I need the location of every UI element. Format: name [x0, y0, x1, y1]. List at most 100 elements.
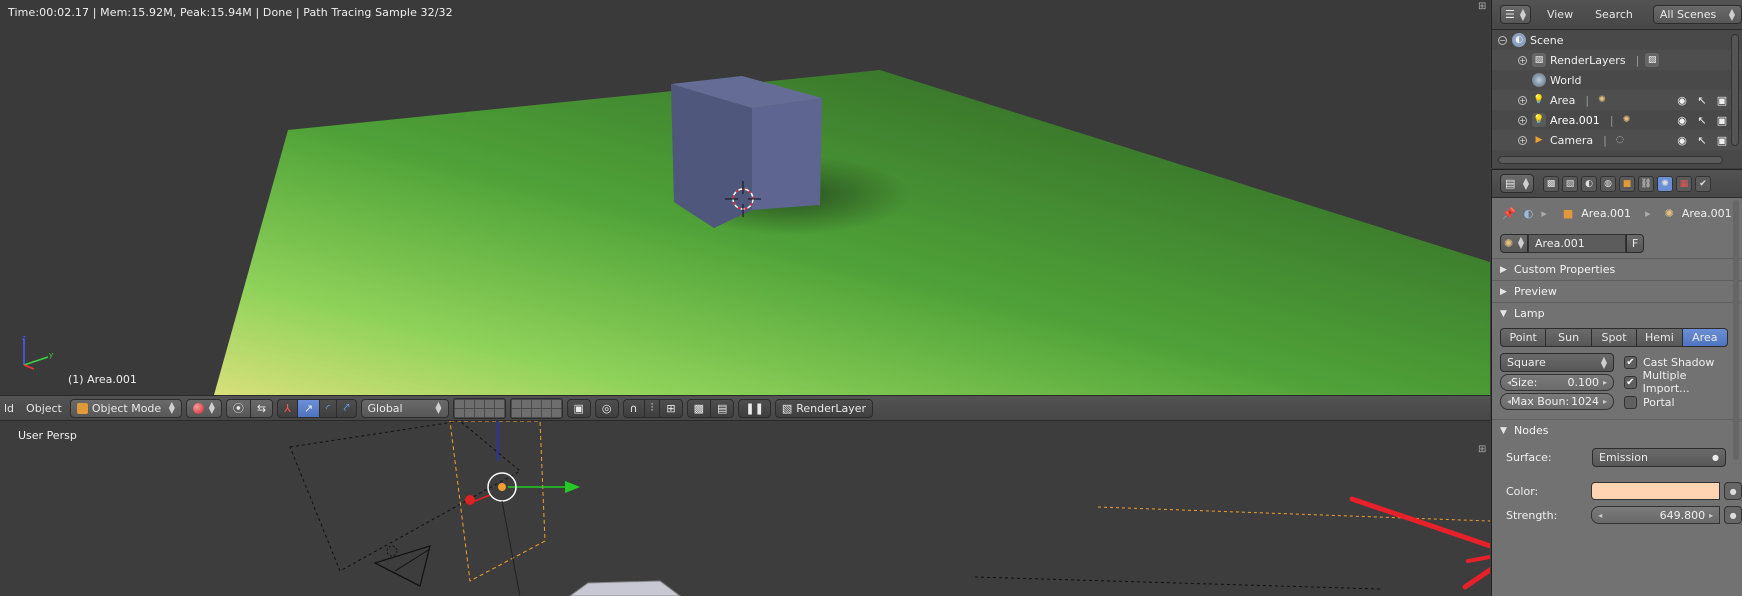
editor-type-select[interactable]: ▤ ▲ ▼	[1500, 174, 1534, 193]
pivot-select[interactable]: ⦿	[225, 398, 250, 418]
viewport-rendered[interactable]: Time:00:02.17 | Mem:15.92M, Peak:15.94M …	[0, 0, 1490, 395]
rotate-button[interactable]: ◜	[319, 398, 337, 418]
tree-row-area-001[interactable]: + 💡 Area.001 | ✺ ◉ ↖ ▣	[1492, 110, 1742, 130]
outliner-vertical-scrollbar[interactable]	[1731, 34, 1739, 146]
layers-grid-1[interactable]	[452, 397, 506, 419]
svg-text:z: z	[22, 335, 26, 342]
expand-icon[interactable]: +	[1518, 95, 1527, 105]
lamp-type-spot[interactable]: Spot	[1590, 328, 1637, 347]
wireframe-scene	[289, 421, 1490, 596]
visibility-eye-icon[interactable]: ◉	[1676, 114, 1688, 127]
expand-icon[interactable]: +	[1518, 115, 1527, 125]
visibility-eye-icon[interactable]: ◉	[1676, 94, 1688, 107]
visibility-eye-icon[interactable]: ◉	[1676, 134, 1688, 147]
triangle-down-icon: ▼	[1500, 308, 1507, 319]
snap-toggle[interactable]: ∩	[622, 398, 644, 418]
manipulator-toggle[interactable]: ⇆	[249, 398, 274, 418]
render-tab-icon[interactable]: ▩	[1543, 175, 1559, 192]
panel-lamp[interactable]: ▼ Lamp	[1492, 302, 1742, 324]
pause-render-button[interactable]: ❚❚	[738, 398, 771, 418]
color-swatch[interactable]	[1591, 482, 1721, 500]
area-split-icon[interactable]: ⊞	[1478, 445, 1488, 455]
scene-icon: ◐	[1523, 206, 1534, 220]
constraints-tab-icon[interactable]: ⛓	[1638, 175, 1654, 192]
select-arrow-icon[interactable]: ↖	[1696, 114, 1708, 127]
render-opengl-button[interactable]: ▩	[686, 398, 710, 418]
scale-button[interactable]: ⤤	[336, 398, 357, 418]
proportional-edit-button[interactable]: ◎	[594, 398, 619, 418]
layers-grid-2[interactable]	[509, 397, 563, 419]
camera-data-icon: ◌	[1615, 135, 1624, 145]
lamp-data-tab-icon[interactable]: ✺	[1657, 175, 1673, 192]
max-bounces-field[interactable]: ◂ Max Boun: 1024 ▸	[1500, 393, 1614, 410]
node-link-button[interactable]: ●	[1724, 506, 1742, 524]
select-arrow-icon[interactable]: ↖	[1696, 94, 1708, 107]
render-camera-icon[interactable]: ▣	[1716, 114, 1728, 127]
lamp-direction-line	[501, 500, 521, 596]
fake-user-button[interactable]: F	[1626, 233, 1644, 253]
tree-row-renderlayers[interactable]: + ▧ RenderLayers | ▨	[1492, 50, 1742, 70]
select-arrow-icon[interactable]: ↖	[1696, 134, 1708, 147]
particles-tab-icon[interactable]: ✔	[1695, 175, 1711, 192]
tree-row-world[interactable]: World	[1492, 70, 1742, 90]
updown-arrows-icon: ▲ ▼	[168, 400, 175, 415]
menu-select-clipped[interactable]: ld	[0, 402, 18, 415]
translate-button[interactable]: ↗	[296, 398, 320, 418]
pin-icon[interactable]: 📌	[1502, 207, 1516, 220]
render-camera-icon[interactable]: ▣	[1716, 134, 1728, 147]
menu-search[interactable]: Search	[1595, 8, 1633, 21]
display-mode-select[interactable]: All Scenes ▲ ▼	[1652, 5, 1742, 24]
renderlayers-tab-icon[interactable]: ▧	[1562, 175, 1578, 192]
render-camera-icon[interactable]: ▣	[1716, 94, 1728, 107]
tree-row-camera[interactable]: + ▶ Camera | ◌ ◉ ↖ ▣	[1492, 130, 1742, 150]
updown-arrows-icon: ▲ ▼	[208, 400, 215, 415]
outliner-horizontal-scrollbar[interactable]	[1498, 156, 1723, 164]
lock-layers-button[interactable]: ▣	[566, 398, 591, 418]
properties-scrollbar[interactable]	[1733, 200, 1739, 460]
lock-icon: ▣	[573, 401, 584, 415]
texture-tab-icon[interactable]: ▦	[1676, 175, 1692, 192]
shading-select[interactable]: ▲ ▼	[185, 398, 222, 418]
expand-icon[interactable]: +	[1518, 135, 1527, 145]
render-anim-button[interactable]: ▤	[709, 398, 735, 418]
mode-select[interactable]: Object Mode ▲ ▼	[69, 398, 182, 418]
scene-tab-icon[interactable]: ◐	[1581, 175, 1597, 192]
tree-row-area[interactable]: + 💡 Area | ✺ ◉ ↖ ▣	[1492, 90, 1742, 110]
lamp-type-point[interactable]: Point	[1500, 328, 1546, 347]
area-shape-select[interactable]: Square ▲ ▼	[1500, 353, 1614, 372]
surface-shader-select[interactable]: Emission ●	[1592, 447, 1726, 467]
manipulator-toggle-button[interactable]: ⅄	[277, 398, 297, 418]
svg-text:y: y	[49, 351, 53, 359]
menu-object[interactable]: Object	[22, 402, 66, 415]
size-field[interactable]: ◂ Size: 0.100 ▸	[1500, 374, 1614, 391]
outliner: ☰ ▲ ▼ View Search All Scenes ▲ ▼ − ◐ Scene…	[1491, 0, 1742, 168]
orientation-select[interactable]: Global ▲ ▼	[360, 398, 449, 418]
collapse-icon[interactable]: −	[1498, 35, 1507, 45]
object-tab-icon[interactable]: ■	[1619, 175, 1635, 192]
strength-field[interactable]: ◂ 649.800 ▸	[1591, 506, 1721, 524]
world-tab-icon[interactable]: ◍	[1600, 175, 1616, 192]
lamp-type-hemi[interactable]: Hemi	[1636, 328, 1682, 347]
panel-nodes[interactable]: ▼ Nodes	[1492, 419, 1742, 441]
panel-preview[interactable]: ▶ Preview	[1492, 280, 1742, 302]
node-link-button[interactable]: ●	[1724, 482, 1742, 500]
lamp-type-sun[interactable]: Sun	[1545, 328, 1591, 347]
pivot-icon: ⦿	[232, 402, 244, 415]
portal-checkbox[interactable]: Portal	[1624, 393, 1734, 411]
shading-sphere-icon	[192, 402, 204, 414]
lamp-browse-button[interactable]: ✺ ▲ ▼	[1500, 233, 1528, 253]
menu-view[interactable]: View	[1547, 8, 1573, 21]
multiple-importance-checkbox[interactable]: ✔ Multiple Import...	[1624, 369, 1734, 395]
tree-row-scene[interactable]: − ◐ Scene	[1492, 30, 1742, 50]
panel-custom-properties[interactable]: ▶ Custom Properties	[1492, 258, 1742, 280]
render-layer-select[interactable]: ▧ RenderLayer	[774, 398, 873, 418]
lamp-type-area[interactable]: Area	[1681, 328, 1729, 347]
viewport-wireframe[interactable]: User Persp ⊞	[0, 421, 1490, 596]
snap-target-button[interactable]: ⊞	[659, 398, 683, 418]
lamp-name-field[interactable]: Area.001	[1528, 233, 1626, 253]
snap-element-select[interactable]: ⫶	[643, 398, 660, 418]
expand-icon[interactable]: +	[1518, 55, 1527, 65]
area-split-icon[interactable]: ⊞	[1478, 2, 1488, 12]
cube-icon	[76, 402, 88, 414]
editor-type-select[interactable]: ☰ ▲ ▼	[1500, 5, 1531, 24]
